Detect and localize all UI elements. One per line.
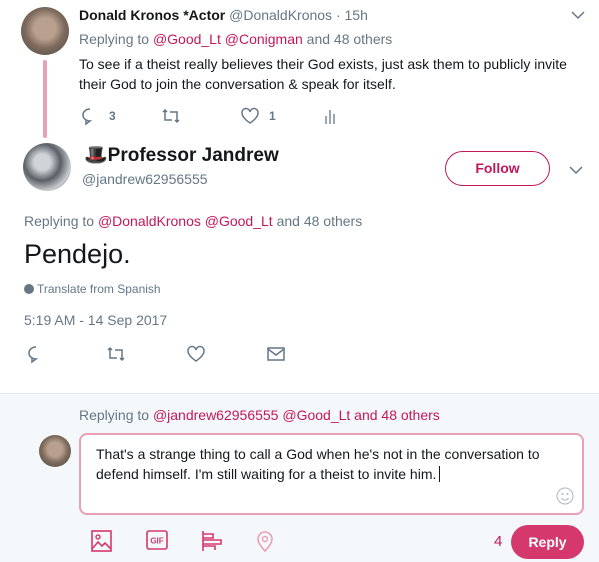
chevron-down-icon[interactable] (571, 10, 585, 20)
thread-line (43, 60, 47, 138)
retweet-icon[interactable] (106, 344, 126, 364)
retweet-icon[interactable] (161, 106, 181, 126)
avatar[interactable] (21, 7, 69, 55)
location-icon[interactable] (256, 530, 274, 552)
mention-links[interactable]: @DonaldKronos @Good_Lt (98, 213, 273, 229)
reply-icon[interactable] (26, 344, 46, 364)
author-name[interactable]: Donald Kronos *Actor (79, 7, 225, 23)
reply-count: 3 (109, 109, 116, 123)
author-name[interactable]: 🎩Professor Jandrew (84, 143, 279, 167)
character-counter: 4 (494, 533, 503, 550)
top-hat-emoji: 🎩 (84, 145, 108, 166)
emoji-icon[interactable] (556, 487, 574, 505)
tweet-actions: 3 1 (80, 106, 380, 126)
gif-icon[interactable]: GIF (146, 530, 168, 550)
like-icon[interactable] (186, 344, 206, 364)
mention-links[interactable]: @Good_Lt @Conigman (153, 31, 303, 47)
reply-textbox[interactable]: That's a strange thing to call a God whe… (79, 433, 584, 515)
replying-to: Replying to @jandrew62956555 @Good_Lt an… (79, 407, 440, 423)
tweet-header: Donald Kronos *Actor @DonaldKronos · 15h (79, 7, 368, 23)
image-icon[interactable] (91, 530, 112, 552)
analytics-icon[interactable] (322, 106, 338, 126)
tweet-time[interactable]: · 15h (336, 7, 368, 23)
replying-to: Replying to @DonaldKronos @Good_Lt and 4… (24, 213, 363, 229)
follow-button[interactable]: Follow (445, 151, 550, 186)
tweet-actions (26, 344, 306, 364)
poll-icon[interactable] (201, 531, 223, 551)
chevron-down-icon[interactable] (569, 165, 583, 175)
reply-button[interactable]: Reply (511, 525, 584, 559)
author-handle[interactable]: @DonaldKronos (229, 7, 332, 23)
globe-icon (24, 284, 34, 294)
translate-link[interactable]: Translate from Spanish (24, 282, 161, 296)
tweet-text: Pendejo. (24, 239, 131, 269)
avatar[interactable] (23, 143, 71, 191)
replying-to: Replying to @Good_Lt @Conigman and 48 ot… (79, 31, 393, 47)
svg-text:GIF: GIF (150, 537, 163, 546)
mention-links[interactable]: @jandrew62956555 @Good_Lt and 48 others (153, 407, 440, 423)
avatar (39, 435, 71, 467)
text-cursor (439, 466, 441, 482)
direct-message-icon[interactable] (266, 344, 286, 364)
author-handle[interactable]: @jandrew62956555 (82, 171, 208, 187)
tweet-timestamp[interactable]: 5:19 AM - 14 Sep 2017 (24, 312, 167, 328)
like-count: 1 (269, 109, 276, 123)
like-icon[interactable] (240, 106, 260, 126)
reply-icon[interactable] (80, 106, 100, 126)
tweet-text: To see if a theist really believes their… (79, 56, 567, 92)
